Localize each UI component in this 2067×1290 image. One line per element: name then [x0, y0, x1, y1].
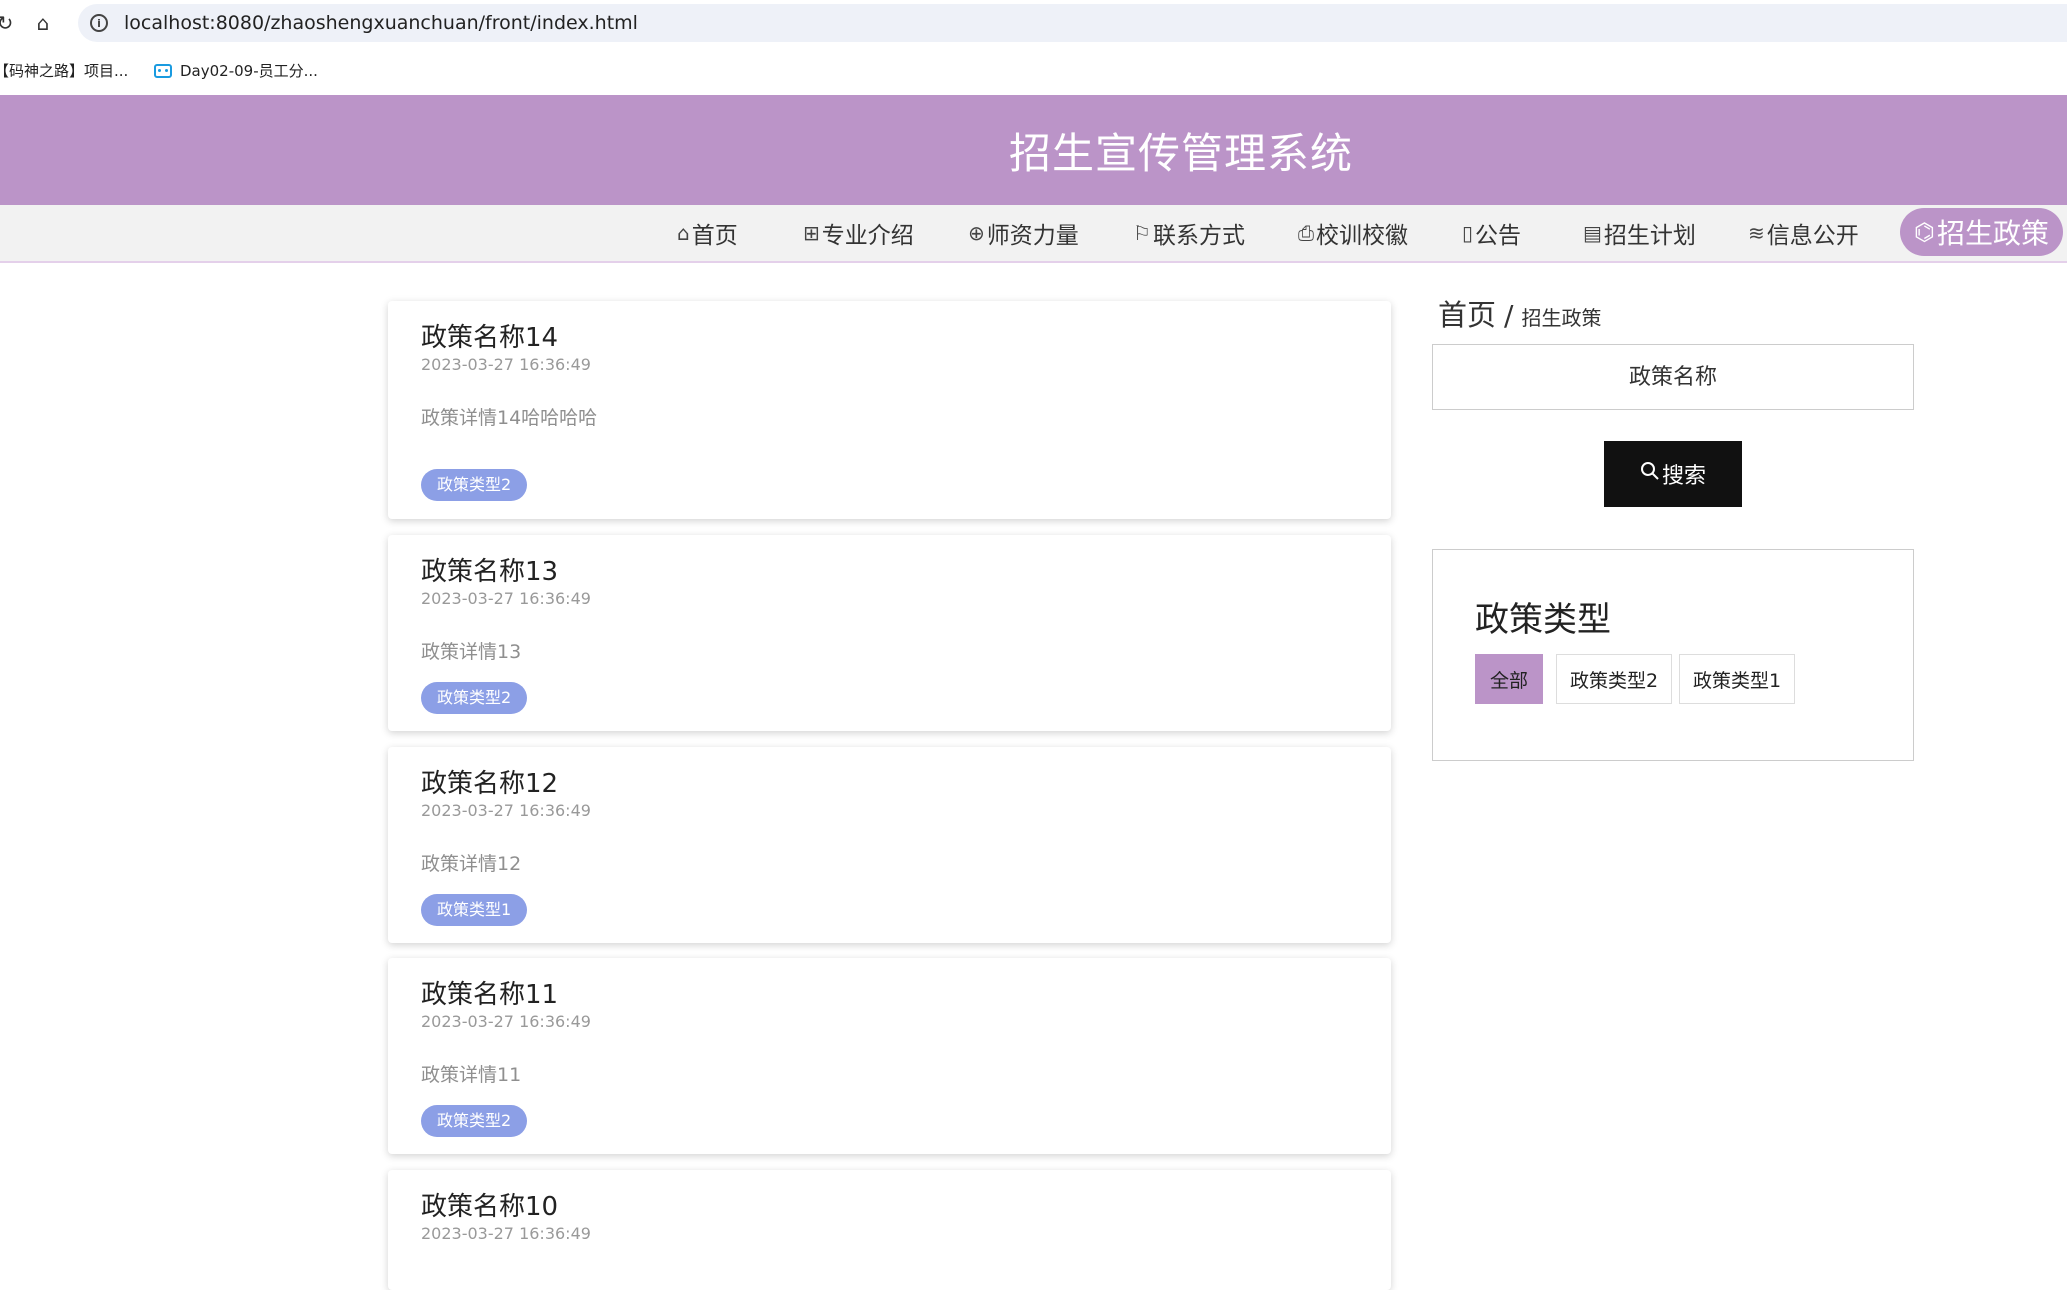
address-bar[interactable]: i localhost:8080/zhaoshengxuanchuan/fron…: [78, 4, 2067, 42]
policy-card[interactable]: 政策名称10 2023-03-27 16:36:49: [388, 1170, 1391, 1290]
nav-label: 信息公开: [1766, 223, 1859, 249]
policy-date: 2023-03-27 16:36:49: [421, 355, 591, 374]
nav-motto[interactable]: ⎙ 校训校徽: [1298, 215, 1408, 251]
nav-label: 联系方式: [1152, 223, 1245, 249]
grid-icon: ⊞: [803, 221, 820, 245]
policy-title[interactable]: 政策名称14: [421, 317, 558, 354]
browser-toolbar: ↻ ⌂ i localhost:8080/zhaoshengxuanchuan/…: [0, 0, 2067, 47]
reload-icon[interactable]: ↻: [0, 10, 18, 36]
policy-title[interactable]: 政策名称12: [421, 763, 558, 800]
search-icon: [1640, 461, 1660, 487]
home-icon[interactable]: ⌂: [30, 10, 56, 36]
nav-policy[interactable]: ⌬ 招生政策: [1900, 208, 2063, 256]
layers-icon: ≋: [1748, 221, 1765, 245]
nav-plan[interactable]: ▤ 招生计划: [1583, 215, 1696, 251]
policy-type-tag: 政策类型2: [421, 682, 528, 714]
breadcrumb-home[interactable]: 首页: [1438, 292, 1496, 334]
nav-label: 招生政策: [1936, 217, 2049, 250]
info-icon[interactable]: i: [90, 14, 108, 32]
home-icon: ⌂: [677, 221, 690, 245]
nav-majors[interactable]: ⊞ 专业介绍: [803, 215, 914, 251]
bookmark-label: Day02-09-员工分...: [180, 62, 318, 80]
policy-card[interactable]: 政策名称11 2023-03-27 16:36:49 政策详情11 政策类型2: [388, 958, 1391, 1154]
nav-label: 师资力量: [986, 223, 1079, 249]
policy-date: 2023-03-27 16:36:49: [421, 1012, 591, 1031]
nav-contact[interactable]: ⚐ 联系方式: [1133, 215, 1245, 251]
bilibili-icon: [154, 63, 172, 78]
main-nav: ⌂ 首页 ⊞ 专业介绍 ⊕ 师资力量 ⚐ 联系方式 ⎙ 校训校徽 ▯ 公告 ▤ …: [0, 205, 2067, 263]
nav-label: 校训校徽: [1316, 223, 1408, 249]
type-filter-1[interactable]: 政策类型1: [1679, 654, 1795, 704]
nav-label: 招生计划: [1603, 223, 1696, 249]
bookmarks-bar: 【码神之路】项目... Day02-09-员工分...: [0, 50, 2067, 92]
nav-label: 公告: [1475, 223, 1522, 249]
policy-card[interactable]: 政策名称13 2023-03-27 16:36:49 政策详情13 政策类型2: [388, 535, 1391, 731]
site-header: 招生宣传管理系统: [0, 95, 2067, 205]
bookmark-1[interactable]: 【码神之路】项目...: [0, 60, 128, 81]
policy-type-panel: 政策类型 全部 政策类型2 政策类型1: [1432, 549, 1914, 761]
policy-type-tag: 政策类型1: [421, 894, 528, 926]
nav-info[interactable]: ≋ 信息公开: [1748, 215, 1859, 251]
policy-card[interactable]: 政策名称14 2023-03-27 16:36:49 政策详情14哈哈哈哈 政策…: [388, 301, 1391, 519]
printer-icon: ⎙: [1298, 221, 1314, 245]
policy-detail: 政策详情12: [421, 853, 522, 875]
nav-home[interactable]: ⌂ 首页: [677, 215, 738, 251]
type-filter-2[interactable]: 政策类型2: [1556, 654, 1672, 704]
nav-label: 专业介绍: [821, 223, 914, 249]
policy-detail: 政策详情11: [421, 1064, 522, 1086]
policy-date: 2023-03-27 16:36:49: [421, 801, 591, 820]
search-button-label: 搜索: [1661, 464, 1706, 489]
search-input[interactable]: [1432, 344, 1914, 410]
search-button[interactable]: 搜索: [1604, 441, 1742, 507]
policy-type-tag: 政策类型2: [421, 1105, 528, 1137]
policy-type-tag: 政策类型2: [421, 469, 528, 501]
policy-detail: 政策详情14哈哈哈哈: [421, 407, 598, 429]
site-title: 招生宣传管理系统: [1008, 128, 1353, 178]
policy-detail: 政策详情13: [421, 641, 522, 663]
url-text: localhost:8080/zhaoshengxuanchuan/front/…: [124, 12, 638, 34]
calendar-icon: ▤: [1583, 221, 1602, 245]
policy-title[interactable]: 政策名称10: [421, 1186, 558, 1223]
policy-date: 2023-03-27 16:36:49: [421, 589, 591, 608]
policy-date: 2023-03-27 16:36:49: [421, 1224, 591, 1243]
nav-faculty[interactable]: ⊕ 师资力量: [968, 215, 1079, 251]
breadcrumb: 首页 / 招生政策: [1438, 292, 1601, 334]
type-filter-all[interactable]: 全部: [1475, 654, 1543, 704]
policy-title[interactable]: 政策名称13: [421, 551, 558, 588]
bookmark-label: 【码神之路】项目...: [0, 62, 129, 80]
breadcrumb-separator: /: [1504, 299, 1514, 332]
gamepad-icon: ⌬: [1914, 218, 1935, 246]
nav-notice[interactable]: ▯ 公告: [1462, 215, 1521, 251]
notice-icon: ▯: [1462, 221, 1474, 245]
flag-icon: ⚐: [1133, 221, 1151, 245]
policy-type-title: 政策类型: [1475, 600, 1611, 640]
bookmark-2[interactable]: Day02-09-员工分...: [154, 60, 318, 81]
policy-card[interactable]: 政策名称12 2023-03-27 16:36:49 政策详情12 政策类型1: [388, 747, 1391, 943]
globe-icon: ⊕: [968, 221, 985, 245]
policy-title[interactable]: 政策名称11: [421, 974, 558, 1011]
nav-label: 首页: [691, 223, 738, 249]
breadcrumb-current: 招生政策: [1521, 306, 1602, 330]
